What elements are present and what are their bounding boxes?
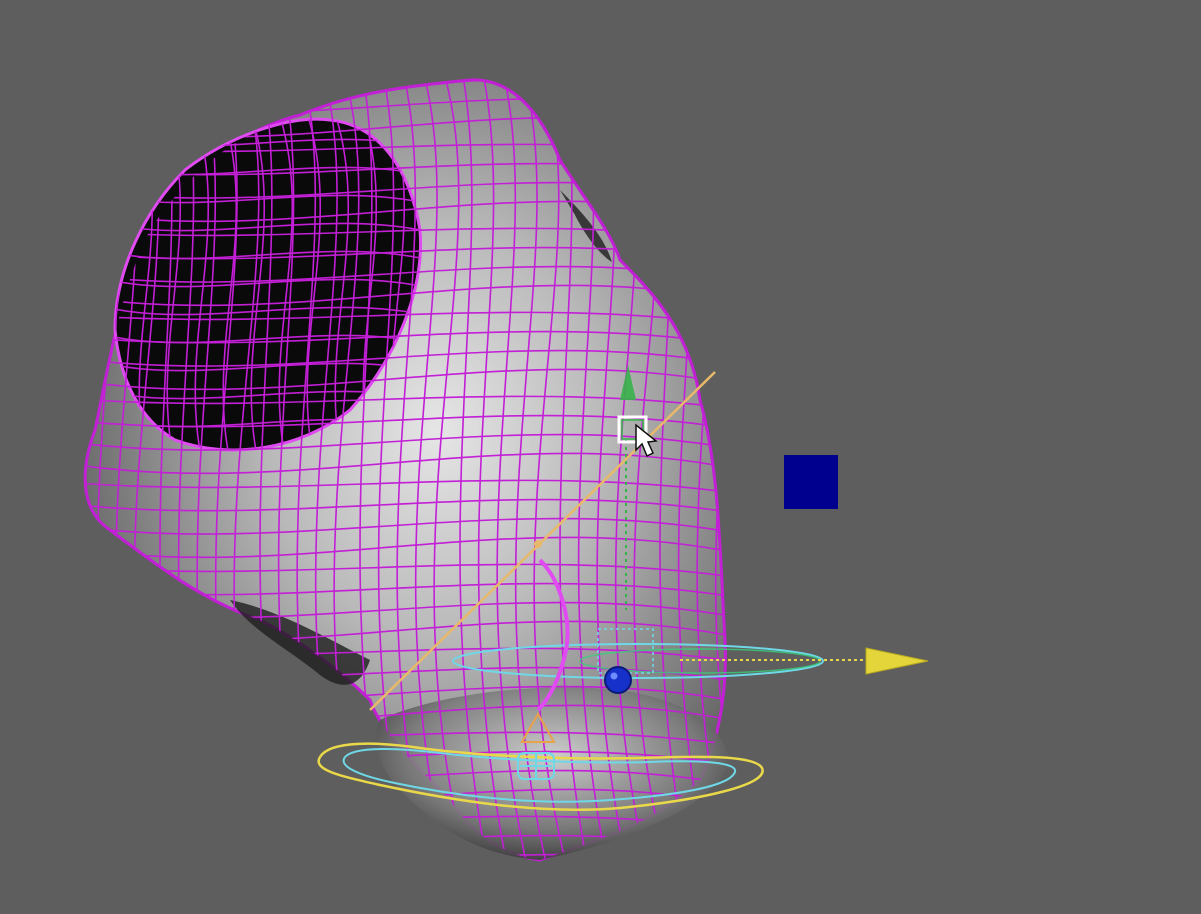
- pivot-sphere-icon[interactable]: [604, 666, 632, 694]
- viewport-canvas[interactable]: [0, 0, 1201, 914]
- blue-square-marker-icon[interactable]: [784, 455, 838, 509]
- pivot-highlight: [610, 672, 618, 680]
- bone-pivot[interactable]: [534, 540, 542, 548]
- 3d-viewport[interactable]: [0, 0, 1201, 914]
